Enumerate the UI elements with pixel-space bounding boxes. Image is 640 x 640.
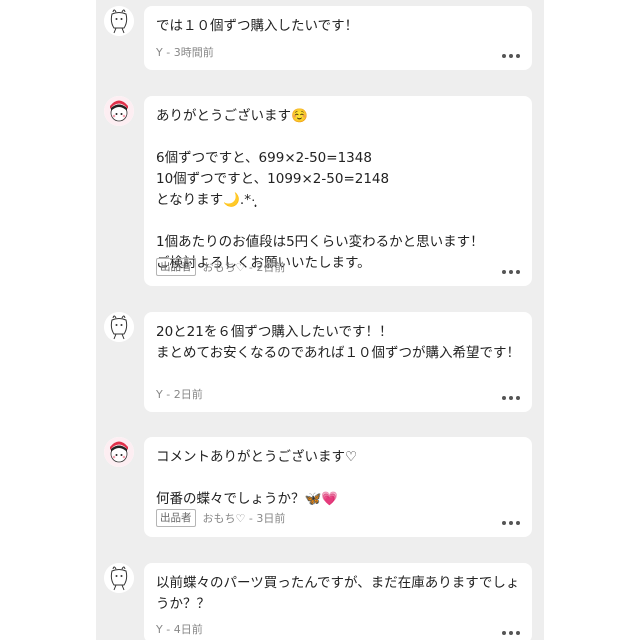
dot-icon	[516, 396, 520, 400]
dot-icon	[516, 631, 520, 635]
comment-time: 3時間前	[173, 46, 214, 59]
dot-icon	[502, 54, 506, 58]
dot-icon	[516, 54, 520, 58]
meta-separator: -	[162, 622, 174, 636]
comment-text: 20と21を６個ずつ購入したいです！！ まとめてお安くなるのであれば１０個ずつが…	[156, 324, 520, 361]
comment-card: 20と21を６個ずつ購入したいです！！ まとめてお安くなるのであれば１０個ずつが…	[144, 312, 532, 412]
comment-author[interactable]: おもち♡	[203, 510, 246, 526]
more-options-button[interactable]	[502, 631, 520, 635]
dot-icon	[516, 270, 520, 274]
comment-meta: Y - 2日前	[156, 386, 203, 402]
more-options-button[interactable]	[502, 54, 520, 58]
comment-time: 2日前	[256, 261, 286, 274]
character-avatar-icon	[104, 563, 134, 593]
comment-time: 4日前	[173, 623, 203, 636]
comment-card: 以前蝶々のパーツ買ったんですが、まだ在庫ありますでしょうか？？ Y - 4日前	[144, 563, 532, 640]
comment-meta: 出品者 おもち♡ - 3日前	[156, 509, 285, 527]
character-avatar-icon	[104, 6, 134, 36]
comment-author[interactable]: Y	[156, 388, 163, 401]
dot-icon	[502, 521, 506, 525]
seller-avatar[interactable]	[104, 437, 134, 467]
buyer-avatar[interactable]	[104, 312, 134, 342]
seller-avatar-icon	[104, 437, 134, 467]
comment-author[interactable]: Y	[156, 46, 163, 59]
dot-icon	[509, 54, 513, 58]
comment-text: ありがとうございます☺️ 6個ずつですと、699×2-50=1348 10個ずつ…	[156, 108, 484, 271]
meta-separator: -	[162, 387, 174, 401]
comment-card: では１０個ずつ購入したいです！ Y - 3時間前	[144, 6, 532, 70]
comment-text: では１０個ずつ購入したいです！	[156, 18, 359, 34]
buyer-avatar[interactable]	[104, 6, 134, 36]
comment-time: 3日前	[256, 512, 286, 525]
meta-separator: -	[245, 511, 257, 525]
dot-icon	[509, 631, 513, 635]
more-options-button[interactable]	[502, 270, 520, 274]
comment-panel: では１０個ずつ購入したいです！ Y - 3時間前 ありがとうございます☺️ 6個…	[96, 0, 544, 640]
meta-separator: -	[245, 260, 257, 274]
dot-icon	[516, 521, 520, 525]
buyer-avatar[interactable]	[104, 563, 134, 593]
more-options-button[interactable]	[502, 396, 520, 400]
comment-meta: Y - 3時間前	[156, 44, 214, 60]
comment-meta: Y - 4日前	[156, 621, 203, 637]
meta-separator: -	[162, 45, 174, 59]
comment-text: コメントありがとうございます♡ 何番の蝶々でしょうか？🦋💗	[156, 449, 358, 507]
character-avatar-icon	[104, 312, 134, 342]
comment-time: 2日前	[173, 388, 203, 401]
dot-icon	[502, 396, 506, 400]
more-options-button[interactable]	[502, 521, 520, 525]
seller-avatar[interactable]	[104, 96, 134, 126]
dot-icon	[509, 521, 513, 525]
dot-icon	[502, 270, 506, 274]
comment-card: ありがとうございます☺️ 6個ずつですと、699×2-50=1348 10個ずつ…	[144, 96, 532, 286]
comment-meta: 出品者 おもち♡ - 2日前	[156, 258, 285, 276]
comment-author[interactable]: Y	[156, 623, 163, 636]
comment-author[interactable]: おもち♡	[203, 259, 246, 275]
comment-card: コメントありがとうございます♡ 何番の蝶々でしょうか？🦋💗 出品者 おもち♡ -…	[144, 437, 532, 537]
dot-icon	[509, 396, 513, 400]
seller-badge: 出品者	[156, 509, 196, 527]
comment-text: 以前蝶々のパーツ買ったんですが、まだ在庫ありますでしょうか？？	[156, 575, 520, 612]
seller-avatar-icon	[104, 96, 134, 126]
dot-icon	[509, 270, 513, 274]
dot-icon	[502, 631, 506, 635]
seller-badge: 出品者	[156, 258, 196, 276]
